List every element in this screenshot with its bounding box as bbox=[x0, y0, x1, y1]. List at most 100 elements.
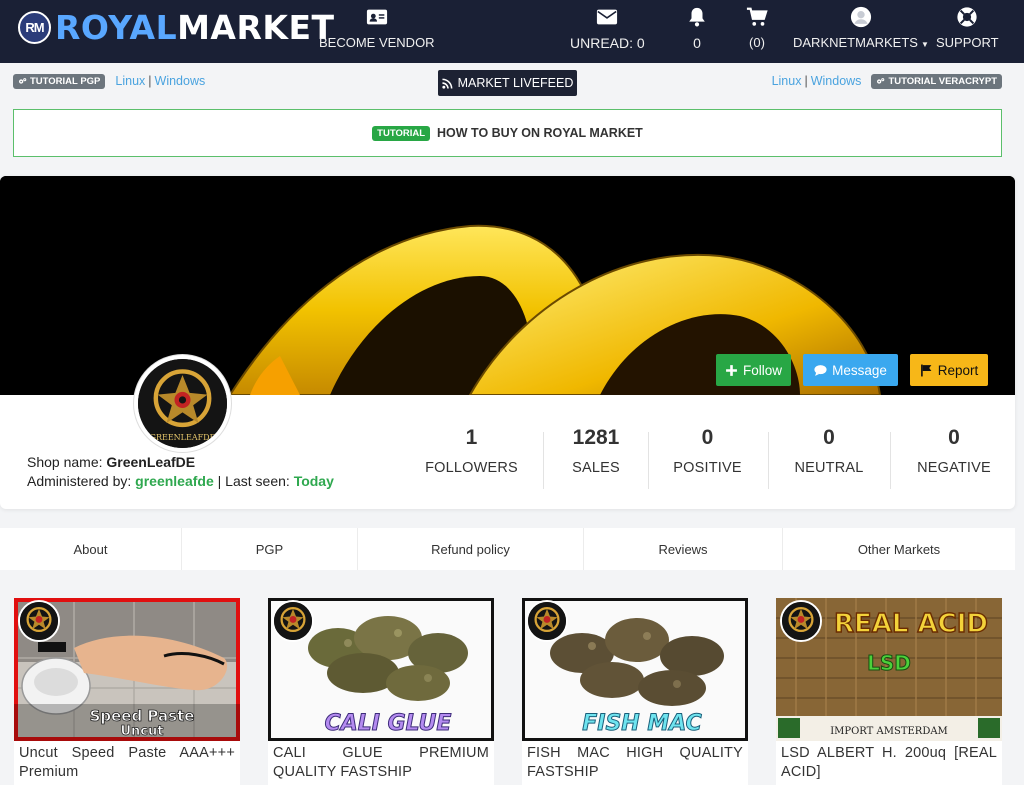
brand-market-text: MARKET bbox=[177, 7, 335, 47]
unread-label: UNREAD: 0 bbox=[570, 35, 645, 51]
product-card[interactable]: CALI GLUE CALI GLUE PREMIUM QUALITY FAST… bbox=[268, 598, 494, 785]
user-menu[interactable]: DARKNETMARKETS ▼ bbox=[793, 6, 929, 50]
vendor-mini-logo bbox=[18, 600, 60, 642]
product-title[interactable]: LSD ALBERT H. 200uq [REAL ACID] bbox=[776, 741, 1002, 782]
vc-linux-link[interactable]: Linux bbox=[772, 74, 802, 88]
stat-negative: 0 NEGATIVE bbox=[893, 426, 1015, 496]
support-link[interactable]: SUPPORT bbox=[936, 6, 999, 50]
stat-label: FOLLOWERS bbox=[425, 460, 518, 476]
product-title[interactable]: Uncut Speed Paste AAA+++ Premium bbox=[14, 741, 240, 782]
veracrypt-tutorial-group: Linux | Windows TUTORIAL VERACRYPT bbox=[772, 72, 1002, 90]
brand-badge: RM bbox=[18, 10, 51, 44]
follow-label: Follow bbox=[742, 362, 782, 378]
vc-windows-link[interactable]: Windows bbox=[811, 74, 862, 88]
comment-icon bbox=[814, 364, 827, 376]
stat-divider bbox=[648, 432, 649, 489]
plus-icon bbox=[726, 364, 737, 376]
report-button[interactable]: Report bbox=[910, 354, 988, 386]
product-card[interactable]: REAL ACID LSD IMPORT AMSTERDAM LSD ALBER… bbox=[776, 598, 1002, 785]
envelope-icon bbox=[597, 9, 618, 25]
pgp-windows-link[interactable]: Windows bbox=[155, 74, 206, 88]
stat-label: POSITIVE bbox=[673, 460, 742, 476]
vendor-profile-card: GREENLEAFDE Follow Message Report Shop n… bbox=[0, 176, 1015, 509]
product-image-caption: Speed Paste bbox=[90, 707, 195, 725]
product-title[interactable]: FISH MAC HIGH QUALITY FASTSHIP bbox=[522, 741, 748, 782]
caret-down-icon: ▼ bbox=[920, 40, 929, 49]
message-label: Message bbox=[832, 362, 887, 378]
stat-neutral: 0 NEUTRAL bbox=[770, 426, 888, 496]
vendor-mini-logo bbox=[272, 600, 314, 642]
tab-about[interactable]: About bbox=[0, 528, 182, 570]
vendor-mini-logo bbox=[780, 600, 822, 642]
stat-label: SALES bbox=[572, 460, 620, 476]
last-seen-label: | Last seen: bbox=[217, 473, 290, 489]
pgp-tutorial-badge-label: TUTORIAL PGP bbox=[30, 75, 101, 87]
product-image-caption: CALI GLUE bbox=[325, 711, 452, 736]
link-separator: | bbox=[148, 74, 152, 88]
brand-royal-text: ROYAL bbox=[55, 7, 178, 47]
pgp-linux-link[interactable]: Linux bbox=[115, 74, 145, 88]
how-to-buy-link[interactable]: HOW TO BUY ON ROYAL MARKET bbox=[437, 126, 643, 140]
stat-divider bbox=[768, 432, 769, 489]
stat-followers: 1 FOLLOWERS bbox=[415, 426, 528, 496]
become-vendor-label: BECOME VENDOR bbox=[319, 35, 435, 50]
support-label: SUPPORT bbox=[936, 35, 999, 50]
veracrypt-tutorial-badge[interactable]: TUTORIAL VERACRYPT bbox=[871, 73, 1002, 89]
avatar-caption: GREENLEAFDE bbox=[150, 433, 216, 442]
stat-sales: 1281 SALES bbox=[548, 426, 644, 496]
admin-line: Administered by: greenleafde | Last seen… bbox=[27, 472, 334, 491]
product-image[interactable]: CALI GLUE bbox=[268, 598, 494, 741]
product-image[interactable]: REAL ACID LSD IMPORT AMSTERDAM bbox=[776, 598, 1002, 741]
flag-icon bbox=[920, 364, 932, 376]
stat-value: 1281 bbox=[572, 426, 620, 449]
product-title[interactable]: CALI GLUE PREMIUM QUALITY FASTSHIP bbox=[268, 741, 494, 782]
product-image[interactable]: Speed Paste Uncut bbox=[14, 598, 240, 741]
cart-link[interactable]: (0) bbox=[746, 6, 768, 50]
gears-icon bbox=[18, 77, 27, 84]
market-livefeed-button[interactable]: MARKET LIVEFEED bbox=[438, 70, 577, 96]
product-image-sub-caption: LSD bbox=[867, 651, 911, 675]
tab-other-markets[interactable]: Other Markets bbox=[783, 528, 1015, 570]
notifications-link[interactable]: 0 bbox=[686, 6, 708, 51]
product-card[interactable]: Speed Paste Uncut Uncut Speed Paste AAA+… bbox=[14, 598, 240, 785]
top-navbar: RM ROYAL MARKET BECOME VENDOR UNREAD: 0 0… bbox=[0, 0, 1024, 63]
report-label: Report bbox=[937, 362, 979, 378]
stat-value: 0 bbox=[701, 426, 714, 449]
vendor-avatar: GREENLEAFDE bbox=[134, 355, 231, 452]
unread-messages-link[interactable]: UNREAD: 0 bbox=[570, 6, 645, 51]
pgp-tutorial-group: TUTORIAL PGP Linux | Windows bbox=[13, 72, 205, 90]
become-vendor-link[interactable]: BECOME VENDOR bbox=[319, 6, 435, 50]
stat-label: NEGATIVE bbox=[917, 460, 991, 476]
admin-link[interactable]: greenleafde bbox=[135, 473, 214, 489]
stat-value: 0 bbox=[823, 426, 835, 449]
tab-pgp[interactable]: PGP bbox=[182, 528, 358, 570]
notifications-count: 0 bbox=[693, 35, 701, 51]
livefeed-label: MARKET LIVEFEED bbox=[457, 76, 574, 90]
follow-button[interactable]: Follow bbox=[716, 354, 791, 386]
shop-info: Shop name: GreenLeafDE Administered by: … bbox=[27, 453, 334, 491]
bell-icon bbox=[689, 7, 705, 27]
cart-icon bbox=[746, 7, 768, 26]
tab-refund-policy[interactable]: Refund policy bbox=[358, 528, 584, 570]
vendor-mini-logo bbox=[526, 600, 568, 642]
pgp-tutorial-badge[interactable]: TUTORIAL PGP bbox=[13, 73, 106, 89]
stat-divider bbox=[543, 432, 544, 489]
user-avatar-icon bbox=[850, 6, 872, 28]
tutorial-row: TUTORIAL PGP Linux | Windows MARKET LIVEFE… bbox=[0, 70, 1024, 98]
message-button[interactable]: Message bbox=[803, 354, 898, 386]
link-separator: | bbox=[804, 74, 808, 88]
product-card[interactable]: FISH MAC FISH MAC HIGH QUALITY FASTSHIP bbox=[522, 598, 748, 785]
rss-icon bbox=[441, 78, 453, 89]
id-card-icon bbox=[366, 9, 387, 25]
brand-logo[interactable]: RM ROYAL MARKET bbox=[18, 7, 335, 47]
stat-value: 0 bbox=[948, 426, 960, 449]
tab-reviews[interactable]: Reviews bbox=[584, 528, 783, 570]
product-image[interactable]: FISH MAC bbox=[522, 598, 748, 741]
tutorial-badge: TUTORIAL bbox=[372, 125, 431, 141]
product-image-caption: FISH MAC bbox=[582, 711, 702, 736]
how-to-buy-box: TUTORIAL HOW TO BUY ON ROYAL MARKET bbox=[13, 109, 1002, 157]
cart-count: (0) bbox=[749, 35, 765, 50]
shop-name-label: Shop name: bbox=[27, 454, 103, 470]
stat-label: NEUTRAL bbox=[794, 460, 864, 476]
product-image-caption: Uncut bbox=[121, 724, 164, 739]
